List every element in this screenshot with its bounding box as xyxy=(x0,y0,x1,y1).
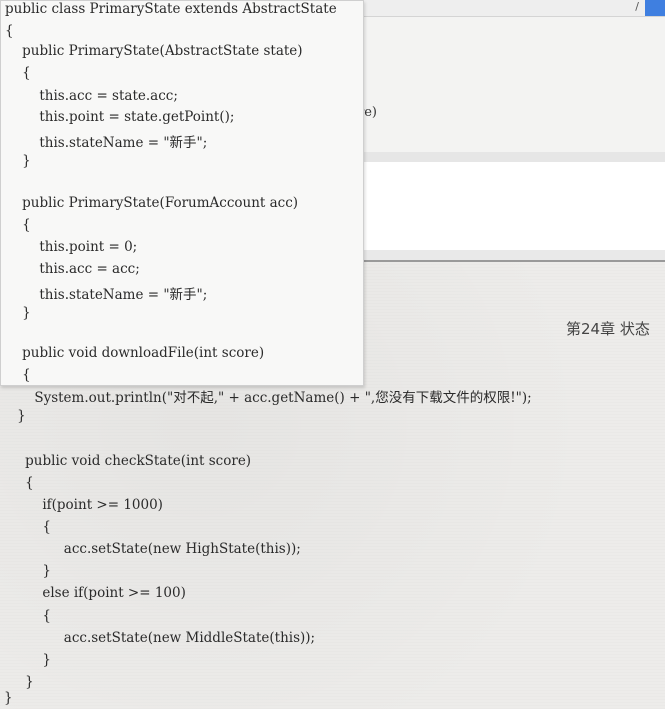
code-line: } xyxy=(8,674,34,690)
code-line: public void checkState(int score) xyxy=(8,453,252,469)
code-line: } xyxy=(4,690,13,706)
code-line: this.acc = state.acc; xyxy=(5,88,178,104)
code-line: } xyxy=(5,305,31,321)
code-line: acc.setState(new MiddleState(this)); xyxy=(8,630,316,646)
chapter-header: 第24章 状态 xyxy=(566,320,650,338)
code-popup-panel: public class PrimaryState extends Abstra… xyxy=(0,0,364,386)
toolbar-separator-icon: / xyxy=(635,0,639,13)
code-line: this.acc = acc; xyxy=(5,261,140,277)
code-line: { xyxy=(8,475,34,491)
code-line: this.stateName = "新手"; xyxy=(5,287,208,303)
code-line: { xyxy=(5,217,31,233)
code-line: public void downloadFile(int score) xyxy=(5,345,265,361)
code-line: if(point >= 1000) xyxy=(8,497,163,513)
code-line: public class PrimaryState extends Abstra… xyxy=(5,1,337,17)
code-line: } xyxy=(8,563,51,579)
code-line: public PrimaryState(AbstractState state) xyxy=(5,43,303,59)
code-line: public PrimaryState(ForumAccount acc) xyxy=(5,195,299,211)
code-line: } xyxy=(0,408,26,424)
code-line: { xyxy=(8,519,51,535)
code-line: else if(point >= 100) xyxy=(8,585,186,601)
code-line: this.stateName = "新手"; xyxy=(5,135,208,151)
code-line: this.point = state.getPoint(); xyxy=(5,109,235,125)
code-line: } xyxy=(5,153,31,169)
code-line: { xyxy=(5,367,31,383)
window-corner-icon[interactable] xyxy=(645,0,665,16)
code-line: System.out.println("对不起," + acc.getName(… xyxy=(0,390,532,406)
code-line: { xyxy=(5,65,31,81)
code-line: { xyxy=(5,23,14,39)
code-line: acc.setState(new HighState(this)); xyxy=(8,541,301,557)
code-line: this.point = 0; xyxy=(5,239,138,255)
code-line: { xyxy=(8,608,51,624)
code-line: } xyxy=(8,652,51,668)
